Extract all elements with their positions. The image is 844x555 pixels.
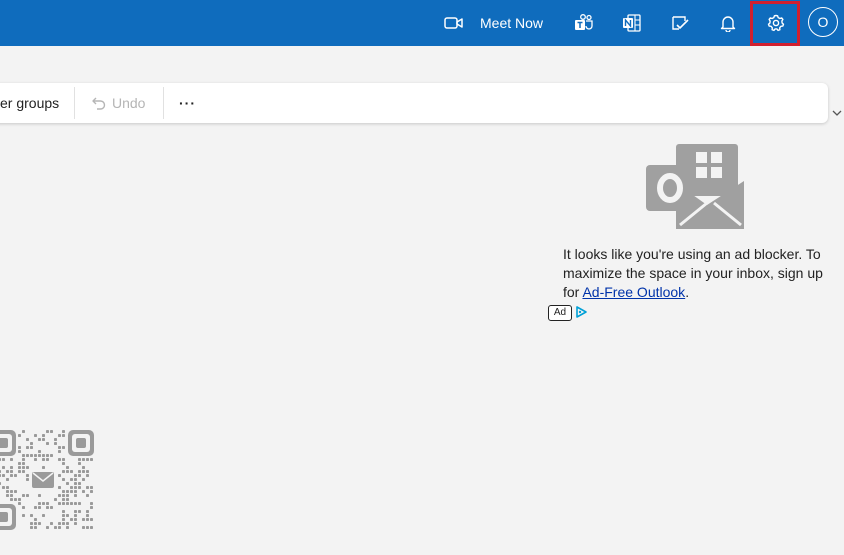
ad-blocker-message: It looks like you're using an ad blocker… xyxy=(563,245,838,302)
undo-label: Undo xyxy=(112,95,146,111)
divider xyxy=(74,87,75,119)
divider xyxy=(163,87,164,119)
video-camera-icon xyxy=(444,16,464,30)
avatar[interactable]: O xyxy=(808,7,838,37)
undo-icon xyxy=(91,95,107,111)
more-options-button[interactable]: ··· xyxy=(179,83,196,123)
outlook-logo-icon xyxy=(646,143,744,229)
groups-label: er groups xyxy=(0,95,60,111)
undo-button[interactable]: Undo xyxy=(91,83,145,123)
meet-now-label: Meet Now xyxy=(480,15,544,31)
command-bar: er groups Undo ··· xyxy=(0,83,828,123)
chevron-down-icon[interactable] xyxy=(830,106,844,120)
ad-message-end: . xyxy=(685,284,690,300)
settings-highlight-box xyxy=(750,1,800,46)
ad-free-outlook-link[interactable]: Ad-Free Outlook xyxy=(582,284,685,300)
to-do-icon[interactable] xyxy=(668,11,692,35)
bell-icon[interactable] xyxy=(716,11,740,35)
adchoices-icon[interactable] xyxy=(574,305,588,319)
onenote-icon[interactable] xyxy=(620,11,644,35)
teams-icon[interactable] xyxy=(572,11,596,35)
groups-button[interactable]: er groups xyxy=(0,83,59,123)
top-bar: Meet Now O xyxy=(0,0,844,46)
more-icon: ··· xyxy=(179,95,196,111)
qr-code-image xyxy=(0,430,94,532)
meet-now-button[interactable]: Meet Now xyxy=(444,0,543,46)
ad-badge: Ad xyxy=(548,305,572,321)
avatar-initial: O xyxy=(817,14,829,30)
